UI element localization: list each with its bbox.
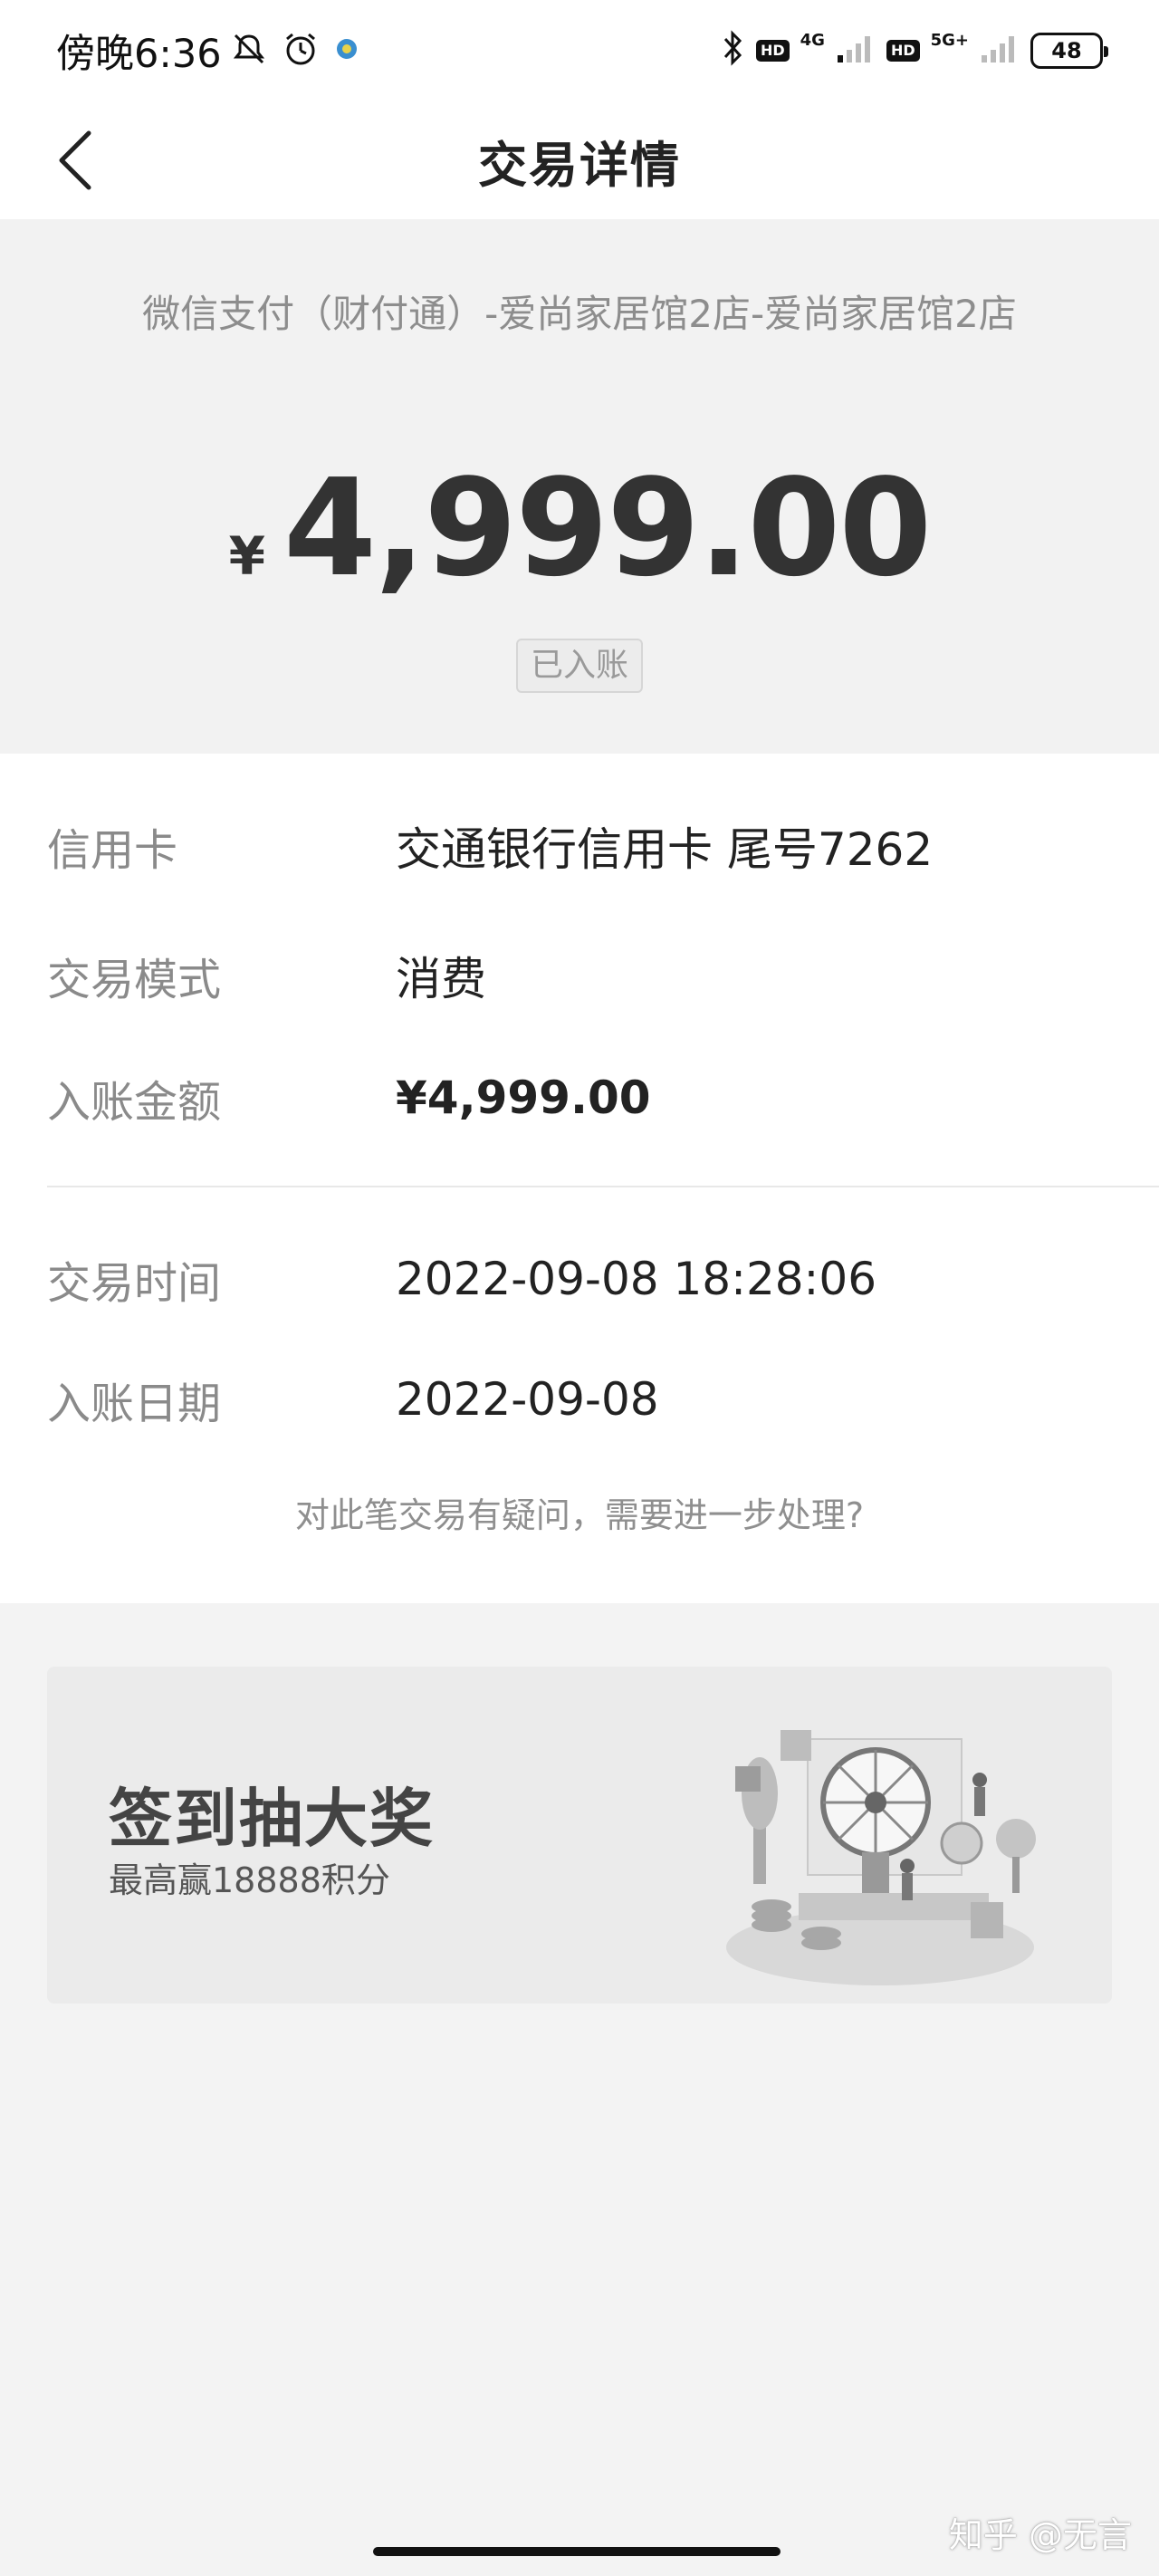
transaction-summary: 微信支付（财付通）-爱尚家居馆2店-爱尚家居馆2店 ¥ 4,999.00 已入账 xyxy=(0,219,1159,754)
signal-strength-icon xyxy=(836,32,876,70)
detail-row-posted-date: 入账日期 2022-09-08 xyxy=(47,1363,1116,1436)
detail-label: 入账金额 xyxy=(47,1077,222,1128)
detail-label: 信用卡 xyxy=(47,825,178,876)
amount-display: ¥ 4,999.00 xyxy=(0,450,1159,606)
signal-strength-icon xyxy=(980,32,1020,70)
detail-label: 交易模式 xyxy=(47,955,222,1005)
detail-value: 交通银行信用卡 尾号7262 xyxy=(396,823,934,876)
hd-badge-1: HD xyxy=(755,40,790,62)
navigation-bar: 交易详情 xyxy=(0,101,1159,219)
transaction-details: 信用卡 交通银行信用卡 尾号7262 交易模式 消费 入账金额 ¥4,999.0… xyxy=(0,754,1159,1603)
detail-row-transaction-time: 交易时间 2022-09-08 18:28:06 xyxy=(47,1243,1116,1315)
detail-value: 消费 xyxy=(396,953,486,1005)
status-badge: 已入账 xyxy=(516,639,643,693)
page-title: 交易详情 xyxy=(478,136,681,194)
hd-badge-2: HD xyxy=(886,40,920,62)
status-time: 傍晚6:36 xyxy=(56,32,222,77)
back-button[interactable] xyxy=(43,127,107,194)
detail-value: 2022-09-08 18:28:06 xyxy=(396,1253,877,1305)
detail-row-card: 信用卡 交通银行信用卡 尾号7262 xyxy=(47,810,1116,882)
merchant-name: 微信支付（财付通）-爱尚家居馆2店-爱尚家居馆2店 xyxy=(142,292,1017,336)
banner-title: 签到抽大奖 xyxy=(109,1782,435,1856)
status-bar: 傍晚6:36 HD 4G HD 5G+ 48 xyxy=(0,0,1159,101)
detail-row-mode: 交易模式 消费 xyxy=(47,939,1116,1012)
prize-wheel-illustration xyxy=(726,1730,1036,1985)
alarm-clock-icon xyxy=(282,30,320,72)
detail-value: ¥4,999.00 xyxy=(396,1072,651,1124)
watermark: 知乎 @无言 xyxy=(948,2515,1132,2555)
banner-subtitle: 最高赢18888积分 xyxy=(109,1860,390,1900)
detail-label: 入账日期 xyxy=(47,1379,222,1429)
dispute-help-link[interactable]: 对此笔交易有疑问，需要进一步处理? xyxy=(0,1487,1159,1537)
detail-row-posted-amount: 入账金额 ¥4,999.00 xyxy=(47,1062,1116,1134)
battery-indicator: 48 xyxy=(1030,33,1108,69)
bluetooth-icon xyxy=(722,30,745,72)
transaction-amount: 4,999.00 xyxy=(283,450,932,606)
network-type-2: 5G+ xyxy=(930,30,969,50)
mute-notifications-icon xyxy=(231,31,267,71)
currency-symbol: ¥ xyxy=(228,525,266,587)
home-indicator[interactable] xyxy=(373,2547,781,2556)
app-notification-icon xyxy=(334,36,359,65)
divider xyxy=(47,1186,1159,1187)
detail-value: 2022-09-08 xyxy=(396,1373,659,1426)
network-type-1: 4G xyxy=(800,30,825,50)
promo-banner[interactable]: 签到抽大奖 最高赢18888积分 xyxy=(47,1667,1112,2004)
transaction-detail-page: 傍晚6:36 HD 4G HD 5G+ 48 交易详情 微信支付（财付通）-爱尚… xyxy=(0,0,1159,2576)
detail-label: 交易时间 xyxy=(47,1258,222,1309)
chevron-left-icon xyxy=(59,130,91,190)
